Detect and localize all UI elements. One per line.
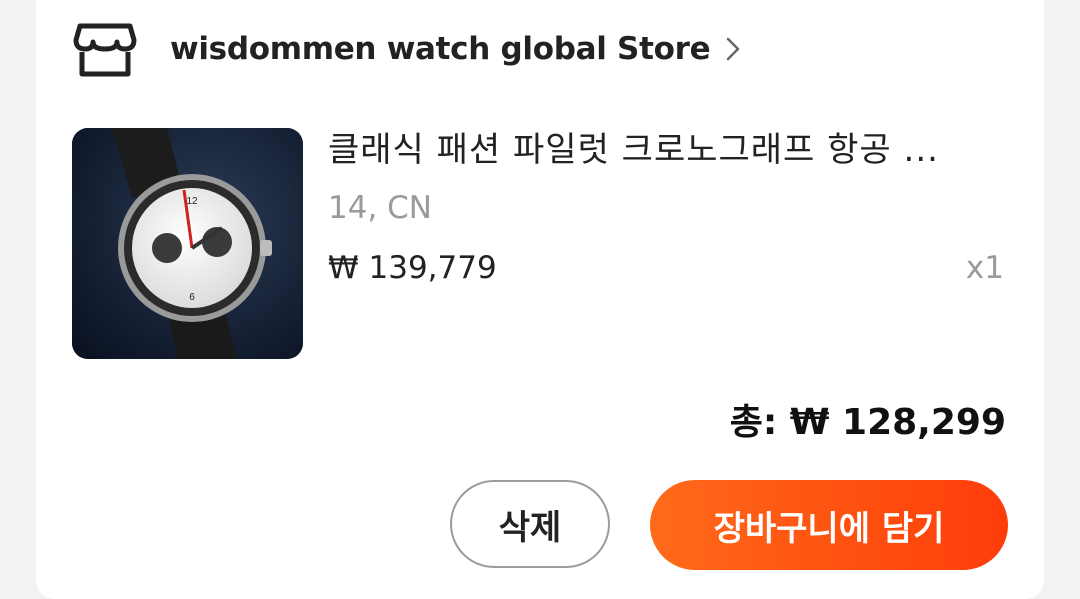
product-variant[interactable]: 14, CN	[328, 190, 432, 226]
order-total: 총: ₩ 128,299	[729, 402, 1006, 443]
chevron-right-icon	[727, 37, 740, 61]
order-card: wisdommen watch global Store 12 6 클래식 패션…	[36, 0, 1044, 599]
watch-image: 12 6	[72, 128, 303, 359]
product-title[interactable]: 클래식 패션 파일럿 크로노그래프 항공 ...	[328, 122, 1018, 171]
product-price: ₩ 139,779	[328, 250, 497, 286]
product-quantity: x1	[965, 250, 1004, 286]
delete-button[interactable]: 삭제	[450, 480, 610, 568]
svg-text:12: 12	[186, 196, 198, 207]
store-icon	[73, 23, 137, 77]
add-to-cart-button[interactable]: 장바구니에 담기	[650, 480, 1008, 570]
store-name: wisdommen watch global Store	[170, 31, 711, 67]
product-image[interactable]: 12 6	[72, 128, 303, 359]
store-link[interactable]: wisdommen watch global Store	[72, 14, 742, 84]
svg-text:6: 6	[189, 292, 195, 303]
